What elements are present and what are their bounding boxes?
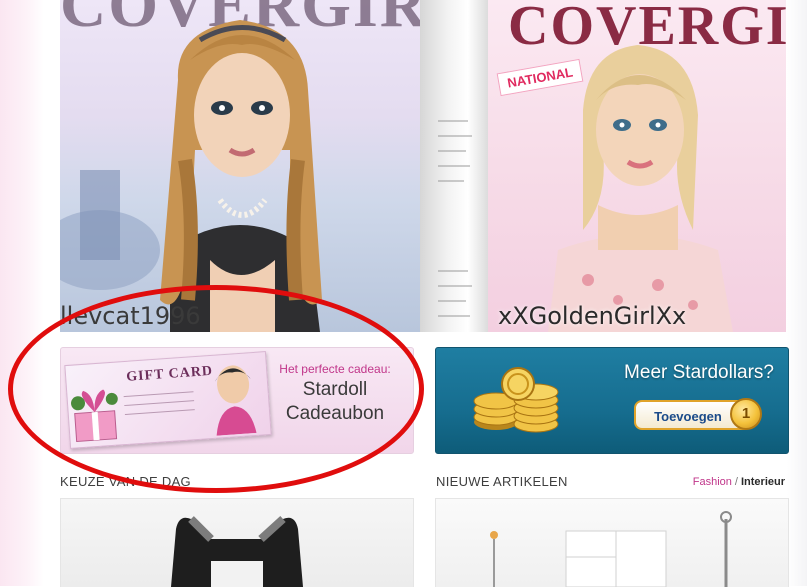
giftcard-text: Het perfecte cadeau: Stardoll Cadeaubon xyxy=(265,362,405,426)
add-stardollars-button[interactable]: Toevoegen 1 xyxy=(634,398,762,430)
giftcard-line2: Cadeaubon xyxy=(285,403,385,424)
cover-username[interactable]: xXGoldenGirlXx xyxy=(498,302,686,330)
stardollars-promo-banner[interactable]: Meer Stardollars? Toevoegen 1 xyxy=(435,347,789,454)
clothing-item-image xyxy=(171,516,303,587)
filter-interieur-link[interactable]: Interieur xyxy=(741,476,785,488)
giftcard-kicker: Het perfecte cadeau: xyxy=(279,362,391,376)
cover-llevcat1996[interactable]: COVERGIRL llevcat1996 xyxy=(60,0,420,332)
keuze-item-thumbnail[interactable] xyxy=(60,498,414,587)
filter-fashion-link[interactable]: Fashion xyxy=(693,476,732,488)
giftcard-line1: Stardoll xyxy=(302,379,368,400)
avatar-image xyxy=(60,20,322,332)
magazine-inner-page xyxy=(420,0,488,332)
giftcard-title: GIFT CARD xyxy=(125,363,214,385)
stardollars-title: Meer Stardollars? xyxy=(624,362,774,383)
cover-username[interactable]: llevcat1996 xyxy=(60,302,201,330)
avatar-image xyxy=(548,45,733,332)
nieuw-item-thumbnail[interactable] xyxy=(435,498,789,587)
giftcard-image: GIFT CARD xyxy=(64,351,272,449)
coins-icon xyxy=(473,367,559,433)
giftcard-promo-banner[interactable]: GIFT CARD Het perfecte cadeau: Stardoll … xyxy=(60,347,414,454)
category-filter: Fashion / Interieur xyxy=(693,476,785,488)
cover-xxgoldengirlxx[interactable]: COVERGIRL NATIONAL xXGoldenGirlXx xyxy=(488,0,786,332)
add-button-label: Toevoegen xyxy=(654,409,722,424)
coin-badge-icon: 1 xyxy=(730,398,762,430)
section-heading-keuze: KEUZE VAN DE DAG xyxy=(60,474,191,489)
giftcard-form-lines xyxy=(123,391,196,423)
giftcard-avatar-image xyxy=(214,365,257,436)
interior-item-image xyxy=(490,511,732,587)
left-background-strip xyxy=(0,0,44,586)
section-heading-nieuw: NIEUWE ARTIKELEN xyxy=(436,474,568,489)
present-icon xyxy=(71,389,118,443)
filter-separator: / xyxy=(734,476,738,488)
right-background-strip xyxy=(787,0,807,586)
